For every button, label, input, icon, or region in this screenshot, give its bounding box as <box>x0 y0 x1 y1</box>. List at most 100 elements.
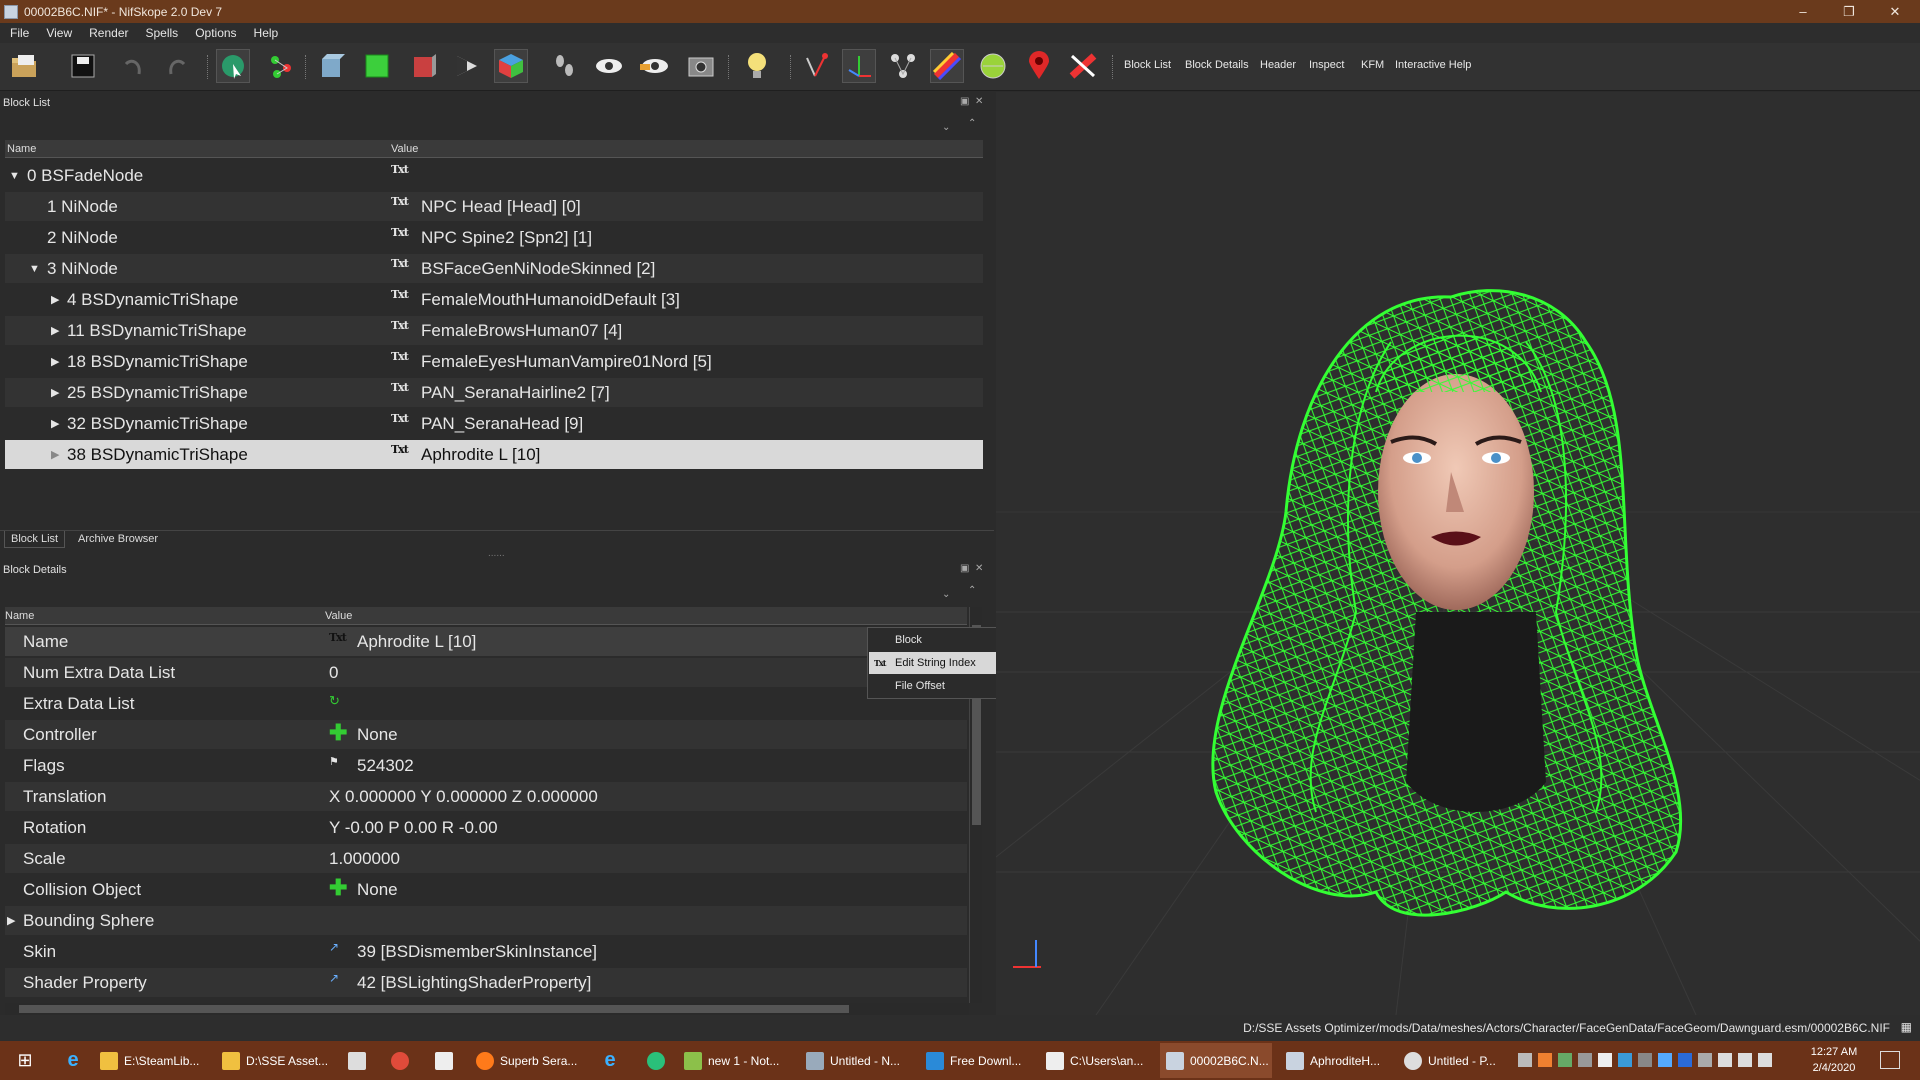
collapsed-arrow-icon[interactable]: ▶ <box>51 417 59 430</box>
close-button[interactable]: ✕ <box>1872 0 1918 23</box>
detail-row-value[interactable]: None <box>357 880 398 900</box>
detail-row-value[interactable]: 1.000000 <box>329 849 400 869</box>
collapsed-arrow-icon[interactable]: ▶ <box>51 355 59 368</box>
details-hscroll-thumb[interactable] <box>19 1005 849 1013</box>
expand-arrow-icon[interactable]: ▼ <box>9 170 20 182</box>
light-icon[interactable] <box>740 49 774 83</box>
taskbar-item[interactable]: Untitled - P... <box>1400 1043 1512 1078</box>
detail-row-value[interactable]: 42 [BSLightingShaderProperty] <box>357 973 591 993</box>
mail-icon[interactable] <box>432 1043 456 1078</box>
toolbar-header[interactable]: Header <box>1260 59 1296 71</box>
collapsed-arrow-icon[interactable]: ▶ <box>51 293 59 306</box>
nodes-tree-icon[interactable] <box>886 49 920 83</box>
store-icon[interactable] <box>345 1043 369 1078</box>
tree-row[interactable]: ▶ 32 BSDynamicTriShape Txt PAN_SeranaHea… <box>5 409 983 438</box>
menu-options[interactable]: Options <box>185 26 243 40</box>
tree-row-selected[interactable]: ▶ 38 BSDynamicTriShape Txt Aphrodite L [… <box>5 440 983 469</box>
col-value[interactable]: Value <box>325 610 352 622</box>
toolbar-interactive-help[interactable]: Interactive Help <box>1395 59 1471 71</box>
splitter-handle[interactable]: ...... <box>488 548 505 559</box>
float-pane-icon[interactable]: ▣ <box>960 96 969 107</box>
sphere-icon[interactable] <box>976 49 1010 83</box>
undo-icon[interactable] <box>116 49 150 83</box>
save-icon[interactable] <box>66 49 100 83</box>
tray-icon[interactable] <box>1578 1053 1592 1067</box>
tray-icon[interactable] <box>1638 1053 1652 1067</box>
tab-archive-browser[interactable]: Archive Browser <box>72 531 164 547</box>
marker-icon[interactable] <box>1022 49 1056 83</box>
tray-icon[interactable] <box>1598 1053 1612 1067</box>
collapse-all-icon[interactable]: ⌄ <box>942 589 950 600</box>
refresh-icon[interactable]: ↻ <box>329 693 340 709</box>
collapsed-arrow-icon[interactable]: ▶ <box>51 324 59 337</box>
col-value[interactable]: Value <box>391 143 418 155</box>
col-name[interactable]: Name <box>7 143 36 155</box>
select-icon[interactable] <box>216 49 250 83</box>
eye-hide-icon[interactable] <box>638 49 672 83</box>
taskbar-item[interactable]: C:\Users\an... <box>1046 1043 1158 1078</box>
volume-icon[interactable] <box>1758 1053 1772 1067</box>
expand-all-icon[interactable]: ⌃ <box>968 118 976 129</box>
detail-row-value[interactable]: 0 <box>329 663 338 683</box>
plus-icon[interactable]: ✚ <box>329 875 347 901</box>
edge-icon[interactable]: e <box>58 1043 88 1078</box>
no-texture-icon[interactable] <box>1066 49 1100 83</box>
detail-row-value[interactable]: 524302 <box>357 756 414 776</box>
toolbar-block-list[interactable]: Block List <box>1124 59 1171 71</box>
taskbar-item[interactable]: Untitled - N... <box>806 1043 918 1078</box>
float-pane-icon[interactable]: ▣ <box>960 563 969 574</box>
taskbar-item[interactable]: new 1 - Not... <box>684 1043 796 1078</box>
tree-row[interactable]: ▶ 25 BSDynamicTriShape Txt PAN_SeranaHai… <box>5 378 983 407</box>
tray-icon[interactable] <box>1558 1053 1572 1067</box>
close-pane-icon[interactable]: ✕ <box>975 563 983 574</box>
tray-icon[interactable] <box>1618 1053 1632 1067</box>
taskbar-item[interactable]: AphroditeH... <box>1282 1043 1394 1078</box>
tree-row[interactable]: ▶ 4 BSDynamicTriShape Txt FemaleMouthHum… <box>5 285 983 314</box>
expand-arrow-icon[interactable]: ▼ <box>29 263 40 275</box>
status-resize-icon[interactable]: ▦ <box>1901 1020 1912 1034</box>
detail-row[interactable]: Controller ✚ None <box>5 720 967 749</box>
tray-icon[interactable] <box>1678 1053 1692 1067</box>
detail-row-value[interactable]: X 0.000000 Y 0.000000 Z 0.000000 <box>329 787 598 807</box>
details-hscrollbar[interactable] <box>5 1003 969 1015</box>
collapsed-arrow-icon[interactable]: ▶ <box>51 448 59 461</box>
node-pick-icon[interactable] <box>798 49 832 83</box>
collapsed-arrow-icon[interactable]: ▶ <box>7 914 15 927</box>
toolbar-kfm[interactable]: KFM <box>1361 59 1384 71</box>
detail-row[interactable]: Scale 1.000000 <box>5 844 967 873</box>
detail-row-value[interactable]: Aphrodite L [10] <box>357 632 476 652</box>
tree-row[interactable]: ▶ 18 BSDynamicTriShape Txt FemaleEyesHum… <box>5 347 983 376</box>
plus-icon[interactable]: ✚ <box>329 720 347 746</box>
view-flip-icon[interactable] <box>450 49 484 83</box>
app-green-icon[interactable] <box>644 1043 668 1078</box>
menu-help[interactable]: Help <box>244 26 286 40</box>
view-side-icon[interactable] <box>360 49 394 83</box>
detail-row[interactable]: Collision Object ✚ None <box>5 875 967 904</box>
redo-icon[interactable] <box>160 49 194 83</box>
detail-row-value[interactable]: Y -0.00 P 0.00 R -0.00 <box>329 818 498 838</box>
render-viewport[interactable] <box>996 92 1920 1015</box>
collapse-all-icon[interactable]: ⌄ <box>942 122 950 133</box>
tray-icon[interactable] <box>1698 1053 1712 1067</box>
detail-row[interactable]: Rotation Y -0.00 P 0.00 R -0.00 <box>5 813 967 842</box>
ie-icon[interactable]: e <box>598 1043 622 1078</box>
open-icon[interactable] <box>8 49 42 83</box>
detail-row[interactable]: Name Txt Aphrodite L [10] <box>5 627 967 656</box>
toolbar-block-details[interactable]: Block Details <box>1185 59 1249 71</box>
toolbar-inspect[interactable]: Inspect <box>1309 59 1344 71</box>
taskbar-item-active[interactable]: 00002B6C.N... <box>1160 1043 1272 1078</box>
link-icon[interactable]: ↗ <box>329 940 339 954</box>
tray-icon[interactable] <box>1518 1053 1532 1067</box>
taskbar-item[interactable]: D:\SSE Asset... <box>222 1043 334 1078</box>
clock[interactable]: 12:27 AM 2/4/2020 <box>1784 1044 1884 1076</box>
footprints-icon[interactable] <box>548 49 582 83</box>
screenshot-icon[interactable] <box>684 49 718 83</box>
col-name[interactable]: Name <box>5 610 34 622</box>
detail-row[interactable]: Translation X 0.000000 Y 0.000000 Z 0.00… <box>5 782 967 811</box>
menu-file[interactable]: File <box>0 26 36 40</box>
tray-icon[interactable] <box>1658 1053 1672 1067</box>
detail-row[interactable]: Shader Property ↗ 42 [BSLightingShaderPr… <box>5 968 967 997</box>
link-icon[interactable]: ↗ <box>329 971 339 985</box>
menu-view[interactable]: View <box>36 26 79 40</box>
detail-row[interactable]: Flags ⚑ 524302 <box>5 751 967 780</box>
